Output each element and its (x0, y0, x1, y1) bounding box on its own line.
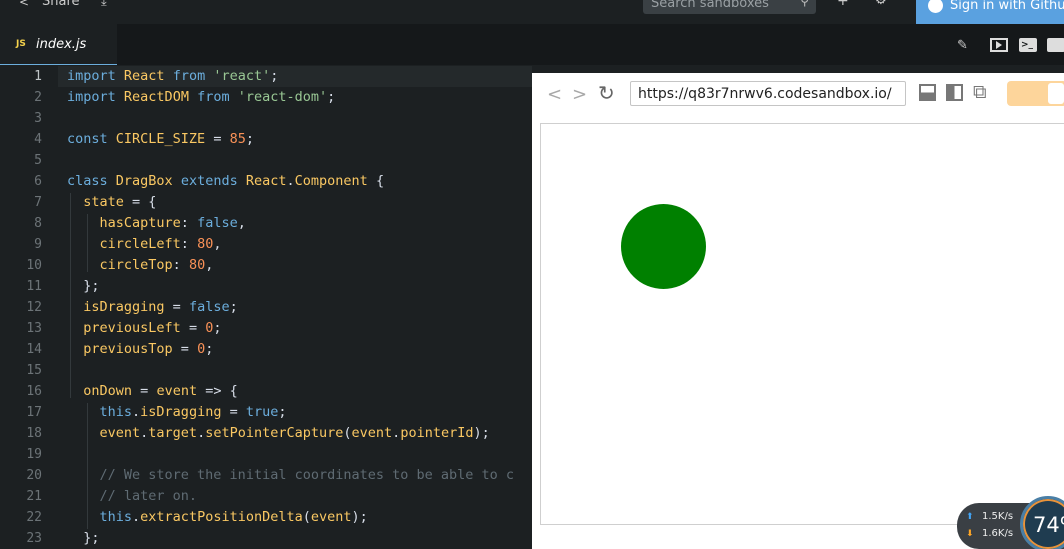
code-line: import ReactDOM from 'react-dom'; (67, 89, 336, 105)
code-line: }; (67, 530, 100, 546)
url-input[interactable] (630, 81, 906, 106)
line-number: 10 (26, 258, 42, 273)
search-input[interactable] (651, 0, 791, 10)
code-line: isDragging = false; (83, 299, 238, 315)
signin-label: Sign in with Github (950, 0, 1064, 13)
preview-toggle[interactable] (1007, 81, 1064, 106)
back-icon[interactable]: < (547, 84, 562, 105)
code-line: previousTop = 0; (83, 341, 214, 357)
js-file-icon: JS (16, 39, 26, 49)
code-editor[interactable]: 1 2 3 4 5 6 7 8 9 10 11 12 13 14 15 16 17 18 19 20 21 22 23 im… (0, 65, 532, 549)
download-speed: 1.6K/s (982, 528, 1014, 539)
line-number: 23 (26, 531, 42, 546)
tab-index-js[interactable]: JS index.js (0, 24, 117, 65)
search-icon: ⚲ (800, 0, 809, 8)
line-number: 19 (26, 447, 42, 462)
forward-icon[interactable]: > (572, 84, 587, 105)
line-number: 17 (26, 405, 42, 420)
line-number: 16 (26, 384, 42, 399)
tab-filename: index.js (36, 37, 87, 52)
code-line: state = { (83, 194, 157, 210)
layout-vertical-icon[interactable] (946, 84, 963, 101)
code-line: this.isDragging = true; (99, 404, 287, 420)
download-arrow-icon: ⬇ (966, 529, 974, 539)
usage-gauge[interactable]: 74% (1020, 496, 1064, 549)
code-line: const CIRCLE_SIZE = 85; (67, 131, 254, 147)
code-line: // We store the initial coordinates to b… (99, 467, 515, 483)
line-number: 3 (34, 111, 42, 126)
line-number: 5 (34, 153, 42, 168)
preview-frame (540, 123, 1064, 525)
code-line: class DragBox extends React.Component { (67, 173, 385, 189)
line-number: 14 (26, 342, 42, 357)
github-icon (928, 0, 943, 13)
share-icon: < (19, 0, 30, 9)
line-number: 13 (26, 321, 42, 336)
download-icon[interactable]: ⤓ (101, 0, 107, 9)
share-label: Share (42, 0, 80, 9)
code-line: circleTop: 80, (99, 257, 214, 273)
top-bar: < Share ⤓ ⚲ + ⚙ Sign in with Github (0, 0, 1064, 24)
line-number: 21 (26, 489, 42, 504)
line-number: 2 (34, 90, 42, 105)
draggable-circle[interactable] (621, 204, 706, 289)
layout-horizontal-icon[interactable] (919, 84, 936, 101)
code-line: circleLeft: 80, (99, 236, 222, 252)
line-number: 1 (34, 69, 42, 84)
tests-icon[interactable] (1047, 38, 1064, 52)
line-number: 11 (26, 279, 42, 294)
line-number: 9 (34, 237, 42, 252)
upload-arrow-icon: ⬆ (966, 512, 974, 522)
toggle-knob (1048, 83, 1064, 104)
upload-speed: 1.5K/s (982, 511, 1014, 522)
open-external-icon[interactable]: ⧉ (973, 81, 987, 103)
refresh-icon[interactable]: ↻ (598, 81, 615, 105)
line-number: 12 (26, 300, 42, 315)
tab-bar: JS index.js ✎ >_ (0, 24, 1064, 65)
code-line: hasCapture: false, (99, 215, 246, 231)
plus-icon[interactable]: + (837, 0, 849, 9)
line-number: 22 (26, 510, 42, 525)
code-content[interactable]: import React from 'react'; import ReactDO… (67, 65, 532, 549)
line-number: 20 (26, 468, 42, 483)
preview-panel: < > ↻ ⧉ (532, 73, 1064, 549)
line-number: 6 (34, 174, 42, 189)
line-number: 7 (34, 195, 42, 210)
code-line: // later on. (99, 488, 198, 504)
line-number: 15 (26, 363, 42, 378)
line-number: 4 (34, 132, 42, 147)
code-line: onDown = event => { (83, 383, 238, 399)
signin-button[interactable]: Sign in with Github (916, 0, 1064, 24)
line-number: 18 (26, 426, 42, 441)
code-line: }; (67, 278, 100, 294)
code-line: previousLeft = 0; (83, 320, 222, 336)
code-line: this.extractPositionDelta(event); (99, 509, 368, 525)
preview-icon[interactable] (990, 38, 1008, 52)
search-box[interactable]: ⚲ (643, 0, 816, 14)
gear-icon[interactable]: ⚙ (875, 0, 887, 8)
line-number: 8 (34, 216, 42, 231)
console-icon[interactable]: >_ (1019, 38, 1037, 52)
prettify-icon[interactable]: ✎ (957, 38, 968, 53)
code-line: event.target.setPointerCapture(event.poi… (99, 425, 490, 441)
usage-percent: 74% (1033, 513, 1064, 537)
code-line: import React from 'react'; (67, 68, 279, 84)
